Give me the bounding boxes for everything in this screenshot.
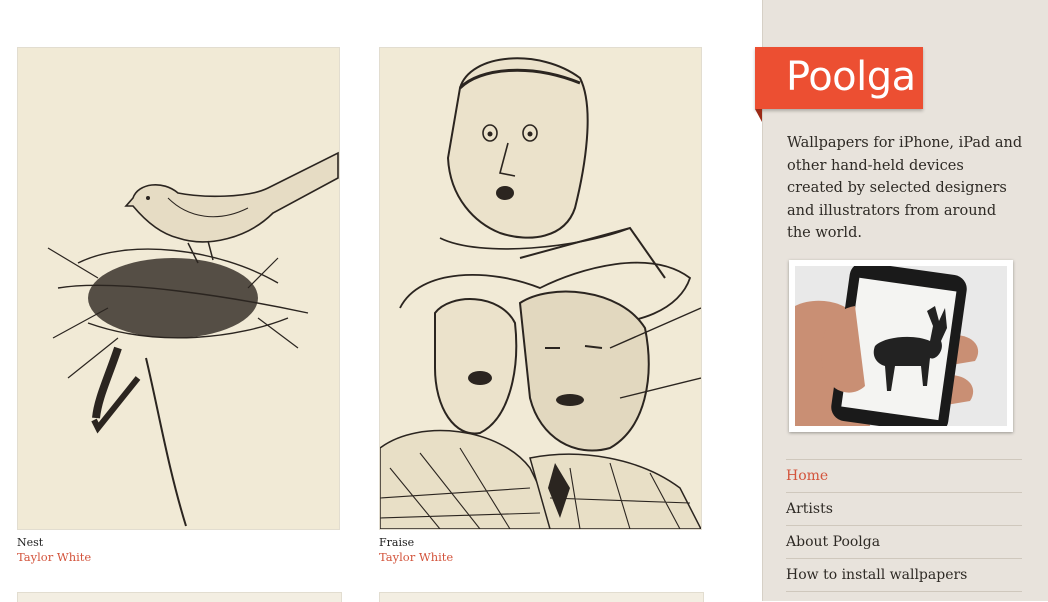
wallpaper-card[interactable]: Nest Taylor White [17, 47, 340, 564]
ribbon-fold [755, 109, 762, 122]
men-faces-illustration [380, 48, 701, 529]
site-description: Wallpapers for iPhone, iPad and other ha… [787, 135, 1023, 242]
site-logo[interactable]: Poolga [786, 53, 916, 101]
nav-item-home[interactable]: Home [786, 459, 1022, 492]
wallpaper-thumbnail-nest[interactable] [17, 47, 340, 530]
gallery-area: Nest Taylor White Fraise Taylor White [0, 0, 762, 602]
nav-item-install[interactable]: How to install wallpapers [786, 558, 1022, 592]
wallpaper-card[interactable]: Fraise Taylor White [379, 47, 702, 564]
wallpaper-title[interactable]: Fraise [379, 536, 702, 550]
wallpaper-thumbnail-fraise[interactable] [379, 47, 702, 530]
hand-phone-image [795, 266, 1007, 426]
wallpaper-title[interactable]: Nest [17, 536, 340, 550]
bird-nest-illustration [18, 48, 339, 529]
nav-item-artists[interactable]: Artists [786, 492, 1022, 525]
main-navigation: Home Artists About Poolga How to install… [786, 459, 1022, 592]
iphone-promo-photo [789, 260, 1013, 432]
wallpaper-author-link[interactable]: Taylor White [17, 550, 340, 564]
nav-item-about[interactable]: About Poolga [786, 525, 1022, 558]
wallpaper-author-link[interactable]: Taylor White [379, 550, 702, 564]
